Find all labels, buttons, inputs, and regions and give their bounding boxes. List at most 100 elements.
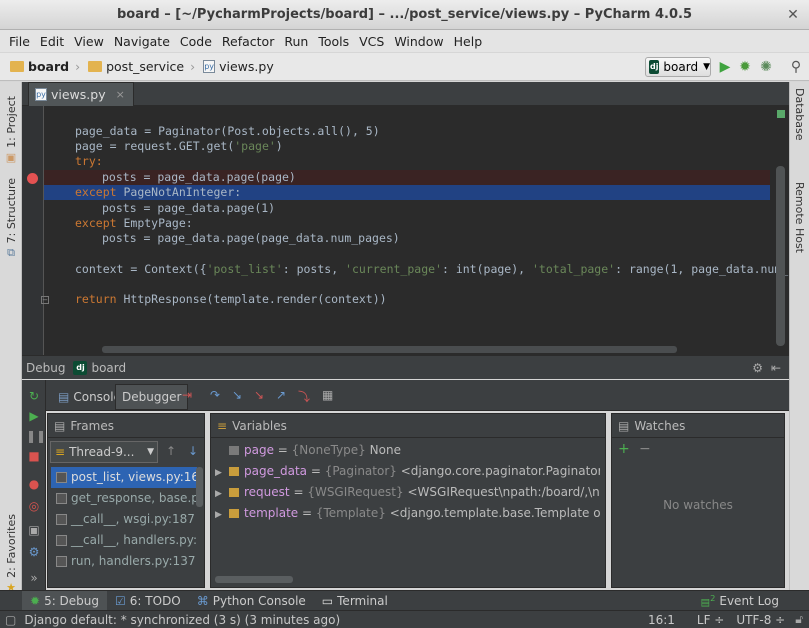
previous-frame-icon[interactable]: ↑ [166,444,176,458]
hide-panel-icon[interactable]: ⇤ [771,361,781,375]
mute-breakpoints-icon[interactable]: ◎ [26,498,42,514]
status-bar: ▢ Django default: * synchronized (3 s) (… [0,610,809,628]
more-actions-icon[interactable]: » [26,570,42,586]
tab-debugger[interactable]: Debugger [115,384,189,410]
debug-bug-icon[interactable]: ✹ [736,58,754,76]
settings-icon[interactable]: ⚙ [26,544,42,560]
frame-item[interactable]: run, handlers.py:137 [51,551,197,572]
no-watches-text: No watches [663,498,733,512]
breadcrumb-views-py[interactable]: py views.py [199,57,278,77]
editor-tab-views-py[interactable]: py views.py × [28,82,134,106]
variable-row[interactable]: ▶ page_data = {Paginator} <django.core.pa… [215,461,600,482]
editor-gutter[interactable] [22,106,44,355]
tool-tab-debug[interactable]: ✹ 5: Debug [22,590,108,611]
frame-item[interactable]: post_list, views.py:16 [51,467,197,488]
thread-select[interactable]: ≡ Thread-9... ▼ [50,441,158,463]
gear-icon[interactable]: ⚙ [752,361,763,375]
inspection-ok-icon [777,110,785,118]
menu-window[interactable]: Window [389,34,448,49]
tool-tab-structure[interactable]: 7: Structure ⧉ [0,178,22,260]
debug-bug-icon: ✹ [30,593,41,608]
chevron-right-icon: › [190,59,196,74]
menu-file[interactable]: File [4,34,35,49]
variables-header: ≡ Variables [211,414,605,438]
fold-marker-icon[interactable]: − [41,296,49,304]
encoding-select[interactable]: UTF-8 ÷ [736,613,785,627]
next-frame-icon[interactable]: ↓ [188,444,198,458]
menu-run[interactable]: Run [279,34,313,49]
lock-icon[interactable]: 🔓︎ [795,612,803,627]
editor-vertical-scrollbar[interactable] [776,166,785,346]
django-icon: dj [73,360,88,375]
view-breakpoints-icon[interactable]: ● [26,476,42,492]
menu-help[interactable]: Help [449,34,488,49]
tool-tab-todo[interactable]: ☑ 6: TODO [107,591,189,611]
menu-code[interactable]: Code [175,34,217,49]
code-editor[interactable]: page_data = Paginator(Post.objects.all()… [22,106,789,355]
menu-tools[interactable]: Tools [313,34,354,49]
resume-icon[interactable]: ▶ [26,408,42,424]
tool-tab-remote-host[interactable]: Remote Host [793,182,806,253]
pause-icon[interactable]: ❚❚ [26,428,46,444]
evaluate-expression-icon[interactable]: ▦ [322,388,333,402]
coverage-icon[interactable]: ✺ [757,58,775,76]
show-execution-point-icon[interactable]: ⇥ [182,388,192,402]
debug-toolbar: ▤ Console Debugger ⇥ ↷ ↘ ↘ ↗ ⤵ ▦ [22,380,789,411]
step-into-icon[interactable]: ↘ [232,388,242,402]
breakpoint-icon[interactable] [27,173,38,184]
python-console-icon: ⌘ [196,593,209,608]
breadcrumb-post-service[interactable]: post_service › [84,57,199,77]
todo-icon: ☑ [115,593,126,608]
menu-vcs[interactable]: VCS [354,34,389,49]
step-out-icon[interactable]: ↗ [276,388,286,402]
variables-panel: ≡ Variables page = {NoneType} None ▶ page… [210,413,606,588]
remove-watch-icon[interactable]: − [639,441,651,457]
frames-scrollbar[interactable] [196,467,203,507]
frames-icon: ▤ [54,418,66,433]
variable-row[interactable]: ▶ template = {Template} <django.template.… [215,503,600,524]
stop-icon[interactable]: ■ [26,448,42,464]
terminal-icon: ▭ [321,593,334,608]
line-separator-select[interactable]: LF ÷ [697,613,724,627]
tool-tab-terminal[interactable]: ▭ Terminal [314,591,396,611]
menu-navigate[interactable]: Navigate [109,34,175,49]
code-line: return HttpResponse(template.render(cont… [75,292,387,306]
caret-position[interactable]: 16:1 [648,613,675,627]
frame-item[interactable]: get_response, base.py [51,488,197,509]
code-line: page_data = Paginator(Post.objects.all()… [75,124,380,138]
variable-row[interactable]: ▶ request = {WSGIRequest} <WSGIRequest\np… [215,482,600,503]
add-watch-icon[interactable]: + [618,441,630,457]
restore-layout-icon[interactable]: ▣ [26,522,42,538]
rerun-icon[interactable]: ↻ [26,388,42,404]
tool-tab-python-console[interactable]: ⌘ Python Console [189,591,314,611]
run-configuration-select[interactable]: dj board ▼ [645,57,711,77]
close-tab-icon[interactable]: × [116,88,125,101]
force-step-into-icon[interactable]: ↘ [254,388,264,402]
tool-tab-database[interactable]: Database [793,88,806,141]
menu-edit[interactable]: Edit [35,34,69,49]
editor-horizontal-scrollbar[interactable] [102,346,677,353]
editor-tab-bar: py views.py × [22,82,789,106]
step-over-icon[interactable]: ↷ [210,388,220,402]
tool-tab-event-log[interactable]: ▤2 Event Log [693,591,787,611]
menu-view[interactable]: View [69,34,109,49]
breadcrumb-board[interactable]: board › [6,57,84,77]
search-icon[interactable]: ⚲ [787,58,805,76]
watches-header: ▤ Watches [612,414,784,438]
code-line: try: [75,154,103,168]
tool-tab-project[interactable]: 1: Project ▣ [0,96,22,164]
debug-config-label[interactable]: board [91,361,126,375]
frame-item[interactable]: __call__, wsgi.py:187 [51,509,197,530]
tool-tab-favorites[interactable]: 2: Favorites ★ [0,514,22,594]
frame-item[interactable]: __call__, handlers.py: [51,530,197,551]
run-to-cursor-icon[interactable]: ⤵ [298,388,310,405]
variables-scrollbar[interactable] [215,576,293,583]
run-icon[interactable]: ▶ [716,58,734,76]
status-toggle-icon[interactable]: ▢ [5,613,16,627]
event-log-icon: ▤2 [700,592,716,609]
close-window-button[interactable]: ✕ [785,7,801,23]
code-line: page = request.GET.get('page') [75,139,283,153]
menu-refactor[interactable]: Refactor [217,34,279,49]
variable-row[interactable]: page = {NoneType} None [215,440,600,461]
frames-header: ▤ Frames [48,414,204,438]
